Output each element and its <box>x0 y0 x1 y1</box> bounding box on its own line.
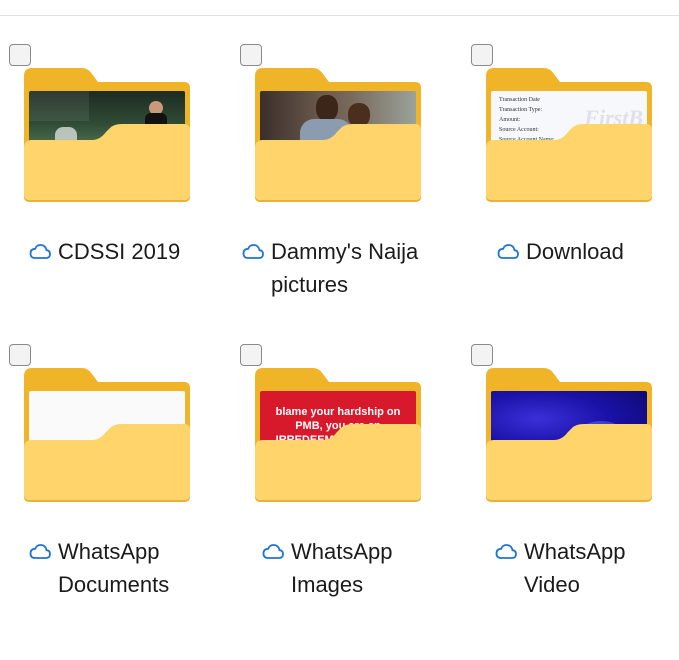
folder-grid: CDSSI 2019 Dammy's Naija pictures Transa… <box>0 0 679 660</box>
select-checkbox[interactable] <box>471 44 493 66</box>
folder-label[interactable]: Download <box>496 235 624 268</box>
cloud-icon <box>29 244 51 259</box>
folder-name: CDSSI 2019 <box>58 239 181 264</box>
cloud-icon <box>29 544 51 559</box>
folder-item-whatsapp-images[interactable]: blame your hardship on PMB, you are an I… <box>231 300 431 597</box>
folder-label[interactable]: CDSSI 2019 <box>28 235 180 268</box>
cloud-icon <box>242 244 264 259</box>
select-checkbox[interactable] <box>9 44 31 66</box>
folder-label[interactable]: WhatsApp Documents <box>28 535 169 601</box>
folder-item-whatsapp-documents[interactable]: WhatsApp Documents <box>0 300 200 597</box>
folder-icon[interactable] <box>484 366 654 502</box>
folder-icon[interactable] <box>22 66 192 202</box>
select-checkbox[interactable] <box>240 344 262 366</box>
folder-name: Download <box>526 239 624 264</box>
folder-label[interactable]: WhatsApp Images <box>261 535 393 601</box>
folder-name: WhatsApp Documents <box>58 539 170 597</box>
select-checkbox[interactable] <box>9 344 31 366</box>
folder-name: WhatsApp Video <box>524 539 626 597</box>
folder-icon[interactable]: blame your hardship on PMB, you are an I… <box>253 366 423 502</box>
folder-name: WhatsApp Images <box>291 539 393 597</box>
select-checkbox[interactable] <box>240 44 262 66</box>
folder-item-dammys-naija-pictures[interactable]: Dammy's Naija pictures <box>231 0 431 297</box>
folder-icon[interactable]: Transaction Date Transaction Type: Amoun… <box>484 66 654 202</box>
folder-label[interactable]: WhatsApp Video <box>494 535 626 601</box>
cloud-icon <box>262 544 284 559</box>
cloud-icon <box>497 244 519 259</box>
folder-item-cdssi-2019[interactable]: CDSSI 2019 <box>0 0 200 280</box>
select-checkbox[interactable] <box>471 344 493 366</box>
folder-item-whatsapp-video[interactable]: WhatsApp Video <box>462 300 662 597</box>
folder-name: Dammy's Naija pictures <box>271 239 419 297</box>
folder-item-download[interactable]: Transaction Date Transaction Type: Amoun… <box>462 0 662 280</box>
folder-icon[interactable] <box>22 366 192 502</box>
folder-icon[interactable] <box>253 66 423 202</box>
cloud-icon <box>495 544 517 559</box>
folder-label[interactable]: Dammy's Naija pictures <box>241 235 418 301</box>
